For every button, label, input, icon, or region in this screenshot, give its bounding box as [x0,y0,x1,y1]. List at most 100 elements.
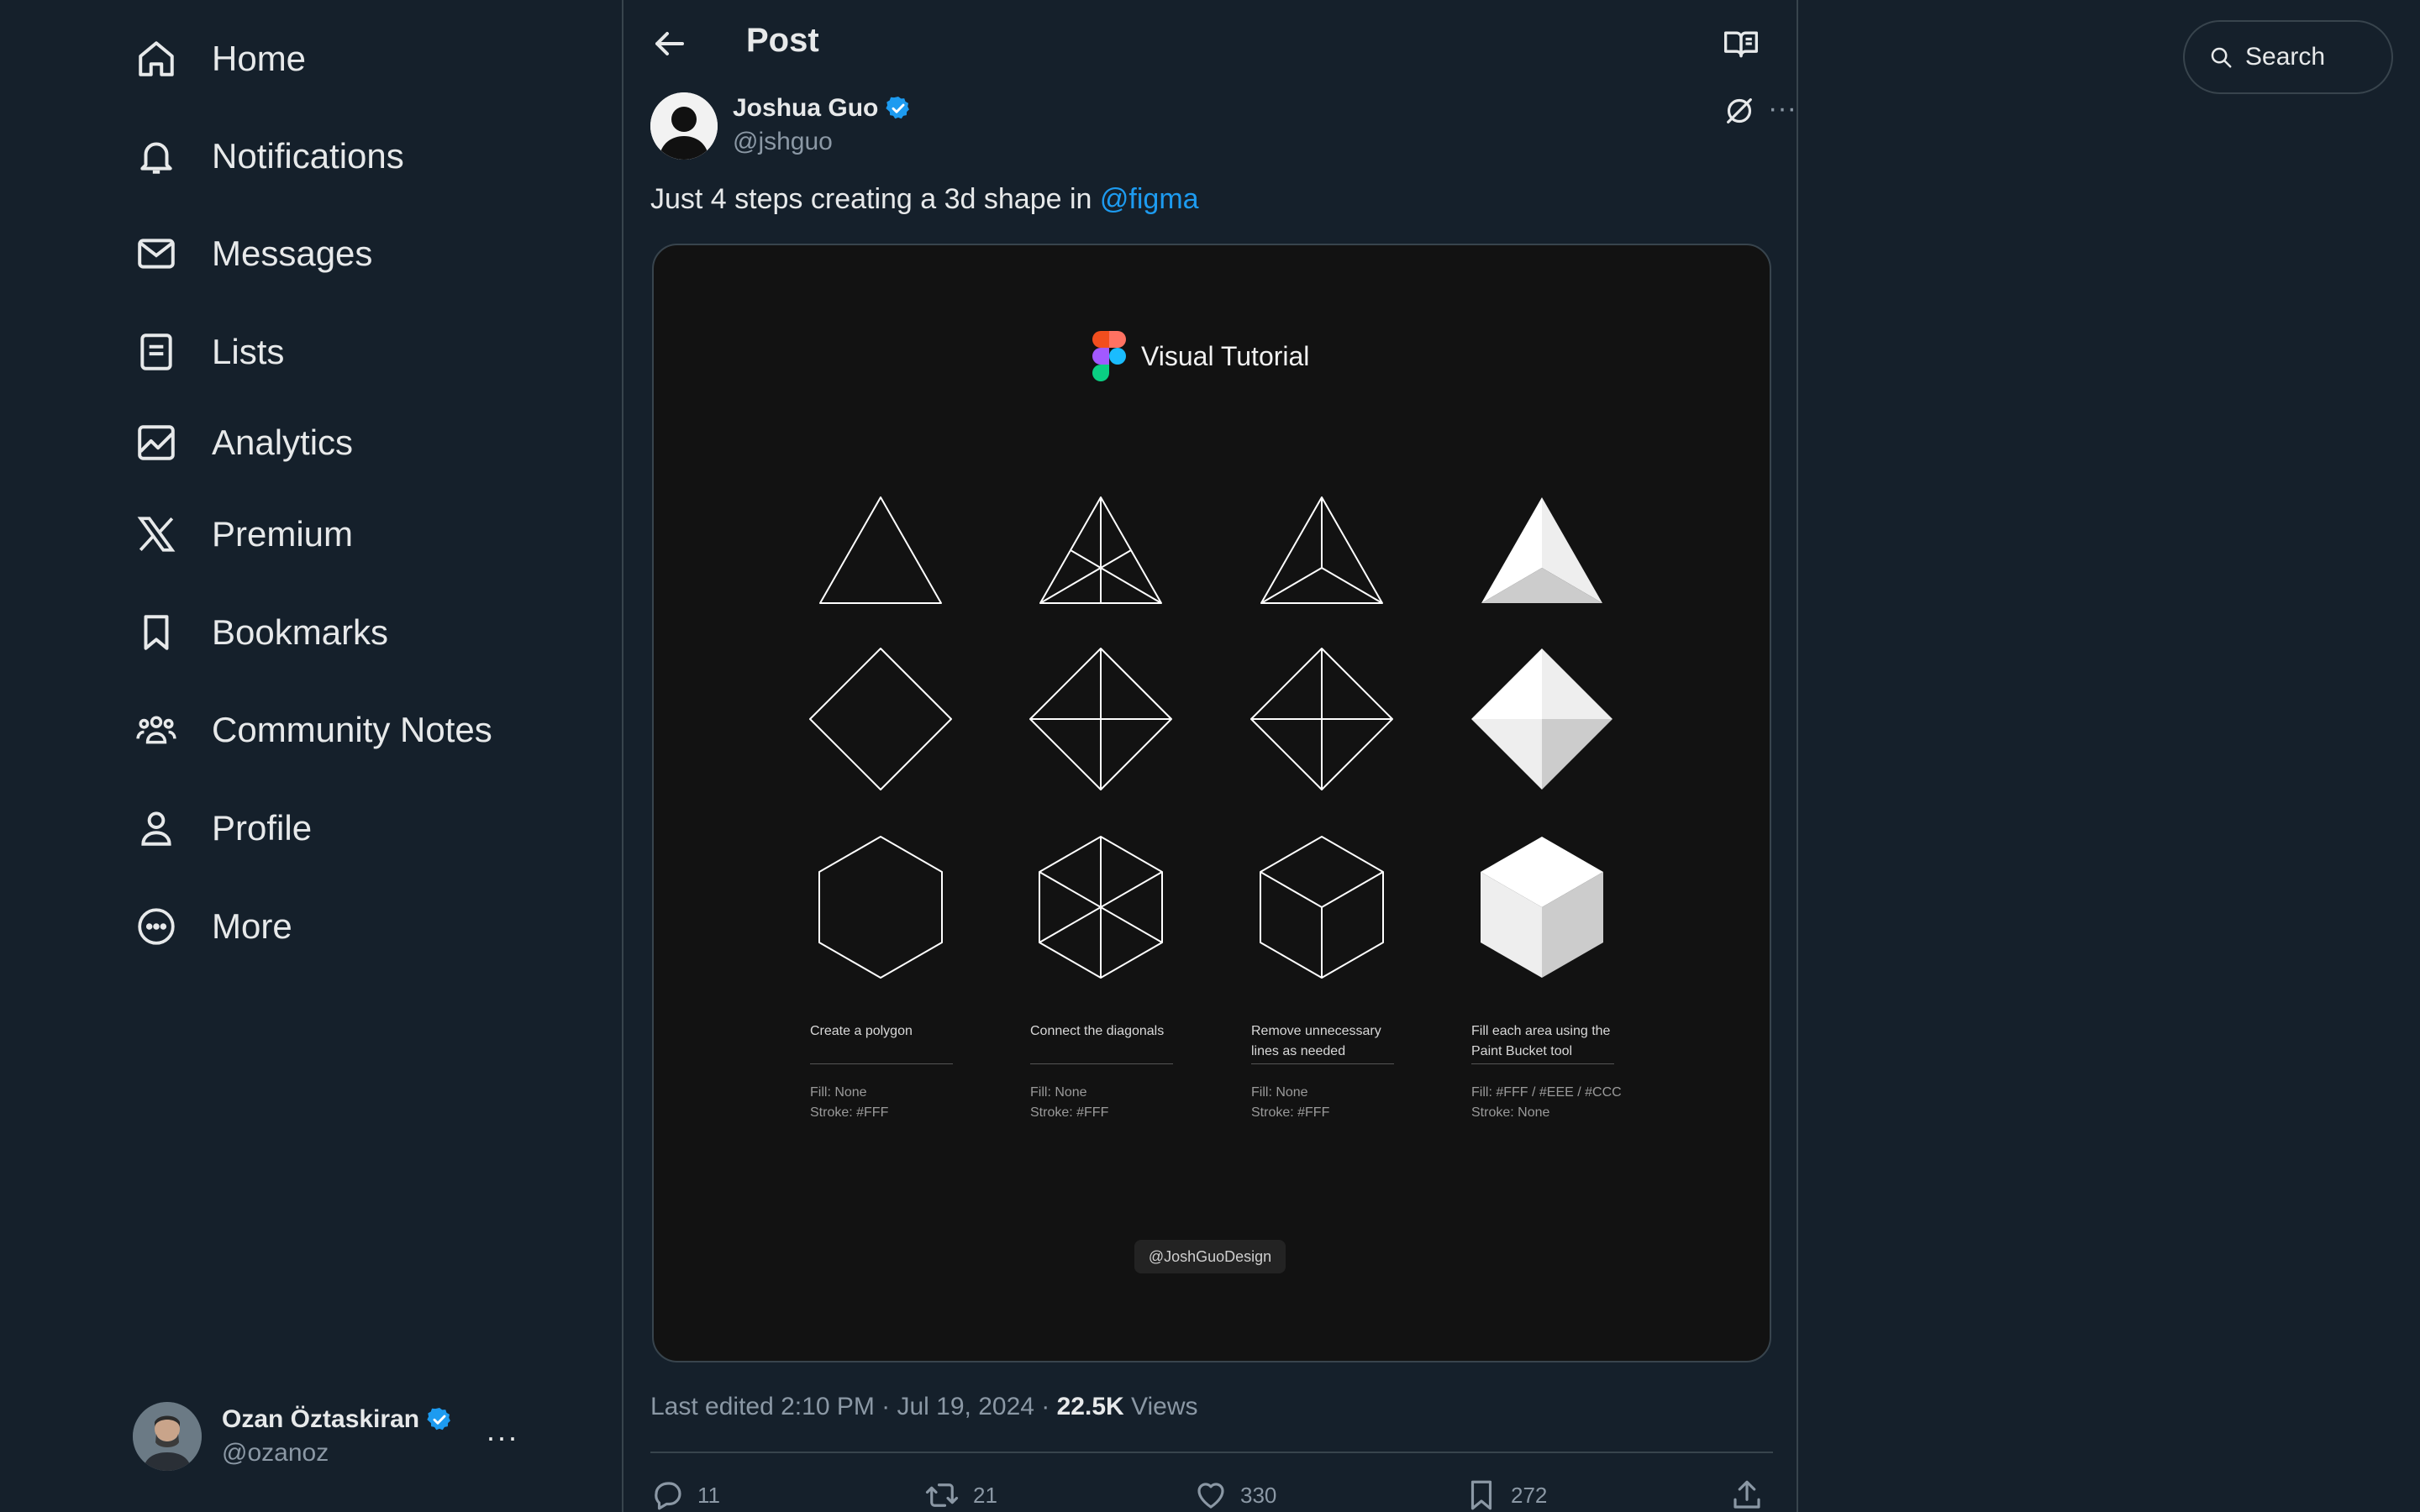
nav-label-home: Home [212,39,307,78]
diamond-outline [809,648,952,790]
shape-grid [809,496,1612,979]
step-stroke: Stroke: None [1471,1105,1550,1120]
nav-item-messages[interactable]: Messages [133,212,372,296]
x-logo-icon [133,511,180,558]
nav-label-profile: Profile [212,808,313,848]
author-name[interactable]: Joshua Guo [733,94,878,123]
verified-badge-icon [885,95,912,122]
reply-count: 11 [697,1482,720,1508]
step-divider [1471,1063,1614,1064]
nav-item-profile[interactable]: Profile [133,786,312,870]
post-author: Joshua Guo @jshguo ··· [650,91,1797,161]
bookmark-button[interactable]: 272 [1464,1477,1547,1512]
nav-item-more[interactable]: More [133,885,292,969]
step-caption: Connect the diagonals [1030,1024,1165,1038]
more-circle-icon [133,903,180,950]
nav-label-analytics: Analytics [212,423,354,462]
nav-item-home[interactable]: Home [133,17,306,101]
step-3: Remove unnecessary lines as needed Fill:… [1251,1021,1411,1123]
post-column: Post Joshua Guo @jshguo ··· Just 4 steps… [622,0,1798,1512]
hexagon-outline [818,836,943,979]
repost-count: 21 [973,1482,997,1508]
bookmark-count: 272 [1511,1482,1548,1508]
nav-label-bookmarks: Bookmarks [212,612,389,652]
like-button[interactable]: 330 [1193,1477,1276,1512]
step-stroke: Stroke: #FFF [1251,1105,1330,1120]
image-watermark: @JoshGuoDesign [1134,1240,1286,1273]
filled-triangle [1481,497,1602,603]
step-4: Fill each area using the Paint Bucket to… [1471,1021,1631,1123]
nav-item-premium[interactable]: Premium [133,492,353,576]
author-avatar[interactable] [650,92,718,160]
search-icon [2208,45,2233,70]
repost-icon [923,1478,961,1512]
bookmark-icon [1464,1478,1499,1512]
step-fill: Fill: None [1030,1085,1087,1100]
account-more-icon[interactable]: ··· [486,1420,518,1455]
step-2: Connect the diagonals Fill: None Stroke:… [1030,1021,1190,1123]
reply-button[interactable]: 11 [650,1477,720,1512]
divider [650,1452,1773,1453]
back-arrow-icon[interactable] [649,24,689,64]
nav-label-lists: Lists [212,332,285,371]
step-1: Create a polygon Fill: None Stroke: #FFF [810,1021,970,1123]
account-switcher[interactable]: Ozan Öztaskiran @ozanoz ··· [133,1394,536,1478]
heart-icon [1193,1478,1228,1512]
step-stroke: Stroke: #FFF [1030,1105,1109,1120]
mention-link[interactable]: @figma [1100,183,1199,215]
person-icon [133,805,180,852]
post-image[interactable]: Visual Tutorial Create a polygon Fill: N… [652,244,1771,1362]
step-fill: Fill: None [810,1085,867,1100]
step-caption: Remove unnecessary lines as needed [1251,1024,1381,1058]
grok-icon[interactable] [1723,94,1756,128]
like-count: 330 [1240,1482,1277,1508]
triangle-outline [819,496,942,604]
diamond-diagonals [1029,648,1172,790]
nav-label-premium: Premium [212,514,354,554]
step-divider [1030,1063,1173,1064]
nav-item-community-notes[interactable]: Community Notes [133,688,492,772]
hexagon-cube-lines [1260,836,1384,979]
nav-item-lists[interactable]: Lists [133,310,284,394]
avatar [133,1402,202,1471]
share-button[interactable] [1729,1477,1765,1512]
edited-timestamp[interactable]: Last edited 2:10 PM · Jul 19, 2024 · [650,1393,1057,1420]
bell-icon [133,133,180,180]
reader-mode-icon[interactable] [1723,25,1760,62]
search-placeholder: Search [2245,43,2326,71]
nav-item-analytics[interactable]: Analytics [133,401,353,485]
nav-label-notifications: Notifications [212,136,404,176]
home-icon [133,35,180,82]
views-count: 22.5K [1056,1393,1124,1420]
step-caption: Create a polygon [810,1024,913,1038]
step-divider [810,1063,953,1064]
post-header: Post [623,0,1800,87]
post-meta: Last edited 2:10 PM · Jul 19, 2024 · 22.… [650,1393,1198,1421]
account-handle: @ozanoz [222,1439,329,1467]
share-icon [1729,1478,1765,1512]
step-caption: Fill each area using the Paint Bucket to… [1471,1024,1611,1058]
repost-button[interactable]: 21 [923,1477,997,1512]
nav-label-messages: Messages [212,234,373,273]
hexagon-diagonals [1039,836,1163,979]
list-icon [133,328,180,375]
step-fill: Fill: None [1251,1085,1308,1100]
verified-badge-icon [426,1406,453,1433]
account-name: Ozan Öztaskiran [222,1405,420,1433]
post-more-icon[interactable]: ··· [1768,92,1797,125]
step-stroke: Stroke: #FFF [810,1105,889,1120]
nav-item-notifications[interactable]: Notifications [133,114,404,198]
diamond-reduced [1250,648,1393,790]
envelope-icon [133,230,180,277]
people-icon [133,706,180,753]
step-fill: Fill: #FFF / #EEE / #CCC [1471,1085,1622,1100]
analytics-icon [133,419,180,466]
page-title: Post [746,22,819,59]
triangle-reduced [1260,496,1383,604]
nav-item-bookmarks[interactable]: Bookmarks [133,591,388,675]
author-handle[interactable]: @jshguo [733,128,833,156]
reply-icon [650,1478,686,1512]
search-input[interactable]: Search [2183,20,2393,94]
nav-label-community-notes: Community Notes [212,710,492,749]
filled-diamond [1471,648,1612,790]
